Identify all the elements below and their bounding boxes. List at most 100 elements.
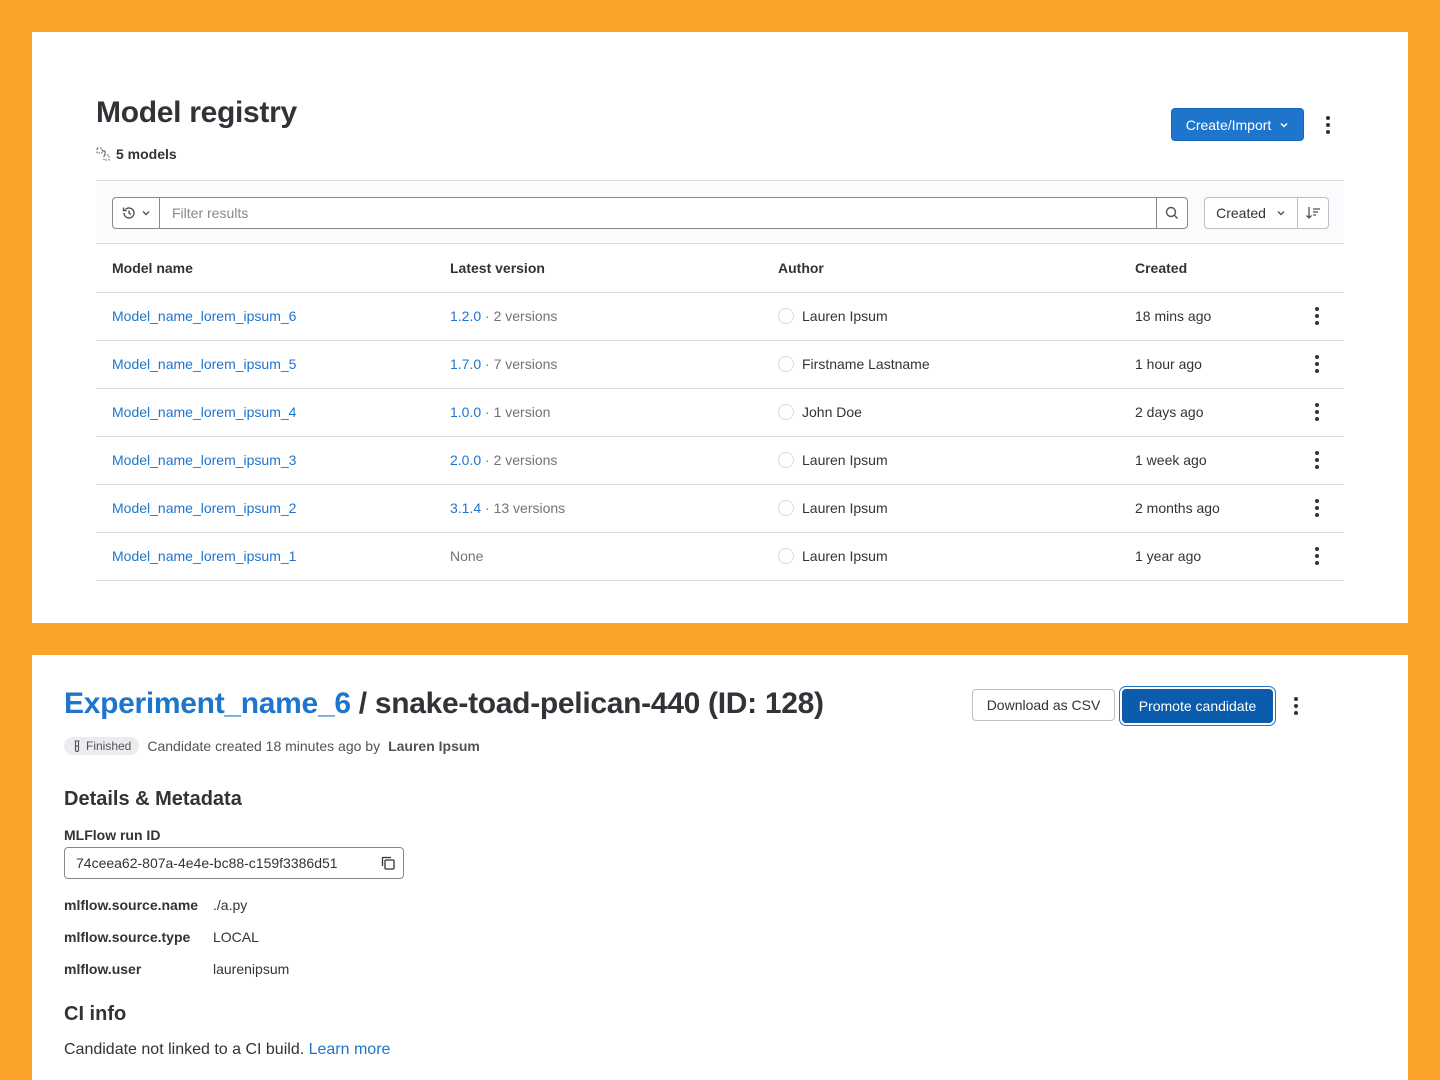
row-actions-kebab-icon[interactable] — [1305, 400, 1329, 424]
more-actions-kebab-icon[interactable] — [1316, 113, 1340, 137]
learn-more-link[interactable]: Learn more — [309, 1041, 391, 1058]
model-name-link[interactable]: Model_name_lorem_ipsum_2 — [112, 500, 296, 516]
run-id-value: 74ceea62-807a-4e4e-bc88-c159f3386d51 — [76, 855, 338, 871]
model-registry-panel: Model registry 5 models Create/Import Cr… — [32, 32, 1408, 623]
search-history-button[interactable] — [113, 198, 160, 228]
run-id-field[interactable]: 74ceea62-807a-4e4e-bc88-c159f3386d51 — [64, 847, 404, 879]
download-csv-button[interactable]: Download as CSV — [972, 689, 1115, 721]
table-row: Model_name_lorem_ipsum_3 2.0.0 · 2 versi… — [96, 436, 1344, 485]
sort-by-label: Created — [1216, 205, 1266, 221]
ci-text: Candidate not linked to a CI build. — [64, 1041, 305, 1058]
created-time: 2 days ago — [1135, 388, 1305, 437]
status-badge-label: Finished — [86, 739, 132, 753]
metadata-key: mlflow.user — [64, 961, 142, 977]
version-link[interactable]: 1.0.0 — [450, 404, 481, 420]
filter-input[interactable] — [160, 198, 1156, 228]
candidate-panel: Experiment_name_6 / snake-toad-pelican-4… — [32, 655, 1408, 1080]
version-link[interactable]: 1.7.0 — [450, 356, 481, 372]
chevron-down-icon — [1280, 122, 1288, 128]
model-name-link[interactable]: Model_name_lorem_ipsum_4 — [112, 404, 296, 420]
metadata-value: ./a.py — [213, 897, 248, 913]
ci-info: Candidate not linked to a CI build. Lear… — [64, 1041, 390, 1059]
created-text: Candidate created 18 minutes ago by — [147, 738, 381, 754]
created-by: Lauren Ipsum — [388, 738, 480, 754]
metadata-key: mlflow.source.type — [64, 929, 191, 945]
copy-icon[interactable] — [379, 854, 397, 872]
author-name: Lauren Ipsum — [802, 548, 888, 564]
created-time: 1 week ago — [1135, 436, 1305, 485]
experiment-link[interactable]: Experiment_name_6 — [64, 687, 351, 720]
title-separator: / — [350, 687, 375, 720]
model-count: 5 models — [96, 146, 177, 162]
avatar — [778, 500, 794, 516]
status-badge: Finished — [64, 737, 140, 755]
version-count: · 2 versions — [485, 308, 558, 324]
row-actions-kebab-icon[interactable] — [1305, 448, 1329, 472]
row-actions-kebab-icon[interactable] — [1305, 352, 1329, 376]
page-title: Model registry — [96, 96, 297, 129]
model-name-link[interactable]: Model_name_lorem_ipsum_1 — [112, 548, 296, 564]
filter-search-box — [112, 197, 1188, 229]
model-icon — [96, 147, 110, 161]
table-row: Model_name_lorem_ipsum_2 3.1.4 · 13 vers… — [96, 484, 1344, 533]
column-header-author[interactable]: Author — [778, 244, 1135, 293]
sort-descending-icon — [1306, 207, 1320, 219]
author-name: John Doe — [802, 404, 862, 420]
filter-bar: Created — [96, 180, 1344, 244]
avatar — [778, 548, 794, 564]
column-header-actions — [1305, 244, 1344, 293]
row-actions-kebab-icon[interactable] — [1305, 304, 1329, 328]
model-count-label: 5 models — [116, 146, 177, 162]
models-table: Model name Latest version Author Created… — [96, 244, 1344, 581]
sort-direction-button[interactable] — [1298, 198, 1328, 228]
history-icon — [122, 207, 135, 219]
column-header-created[interactable]: Created — [1135, 244, 1305, 293]
version-link[interactable]: 1.2.0 — [450, 308, 481, 324]
run-id-label: MLFlow run ID — [64, 827, 161, 843]
column-header-latest-version[interactable]: Latest version — [450, 244, 778, 293]
metadata-value: LOCAL — [213, 929, 259, 945]
created-time: 2 months ago — [1135, 484, 1305, 533]
metadata-row: mlflow.source.name ./a.py — [64, 897, 247, 913]
sort-control: Created — [1204, 197, 1329, 229]
candidate-name: snake-toad-pelican-440 (ID: 128) — [374, 687, 824, 720]
author-name: Lauren Ipsum — [802, 500, 888, 516]
more-actions-kebab-icon[interactable] — [1284, 694, 1308, 718]
metadata-key: mlflow.source.name — [64, 897, 199, 913]
author-name: Lauren Ipsum — [802, 308, 888, 324]
version-link[interactable]: 3.1.4 — [450, 500, 481, 516]
sort-by-dropdown[interactable]: Created — [1205, 198, 1298, 228]
avatar — [778, 452, 794, 468]
model-name-link[interactable]: Model_name_lorem_ipsum_5 — [112, 356, 296, 372]
created-time: 1 year ago — [1135, 532, 1305, 581]
row-actions-kebab-icon[interactable] — [1305, 496, 1329, 520]
chevron-down-icon — [1277, 211, 1285, 216]
table-row: Model_name_lorem_ipsum_5 1.7.0 · 7 versi… — [96, 340, 1344, 389]
table-row: Model_name_lorem_ipsum_1 None Lauren Ips… — [96, 532, 1344, 581]
create-import-button[interactable]: Create/Import — [1171, 108, 1304, 141]
table-row: Model_name_lorem_ipsum_4 1.0.0 · 1 versi… — [96, 388, 1344, 437]
avatar — [778, 356, 794, 372]
version-link[interactable]: 2.0.0 — [450, 452, 481, 468]
version-count: · 13 versions — [485, 500, 566, 516]
details-heading: Details & Metadata — [64, 788, 242, 810]
table-header-row: Model name Latest version Author Created — [96, 244, 1344, 293]
model-name-link[interactable]: Model_name_lorem_ipsum_3 — [112, 452, 296, 468]
search-button[interactable] — [1156, 198, 1187, 228]
metadata-value: laurenipsum — [213, 961, 290, 977]
version-count: · 7 versions — [485, 356, 558, 372]
version-count: None — [450, 548, 484, 564]
table-row: Model_name_lorem_ipsum_6 1.2.0 · 2 versi… — [96, 292, 1344, 341]
created-time: 18 mins ago — [1135, 292, 1305, 341]
avatar — [778, 404, 794, 420]
author-name: Lauren Ipsum — [802, 452, 888, 468]
row-actions-kebab-icon[interactable] — [1305, 544, 1329, 568]
created-time: 1 hour ago — [1135, 340, 1305, 389]
avatar — [778, 308, 794, 324]
chevron-down-icon — [142, 211, 150, 216]
author-name: Firstname Lastname — [802, 356, 930, 372]
model-name-link[interactable]: Model_name_lorem_ipsum_6 — [112, 308, 296, 324]
promote-candidate-button[interactable]: Promote candidate — [1122, 689, 1273, 723]
column-header-model-name[interactable]: Model name — [96, 244, 450, 293]
metadata-row: mlflow.user laurenipsum — [64, 961, 289, 977]
